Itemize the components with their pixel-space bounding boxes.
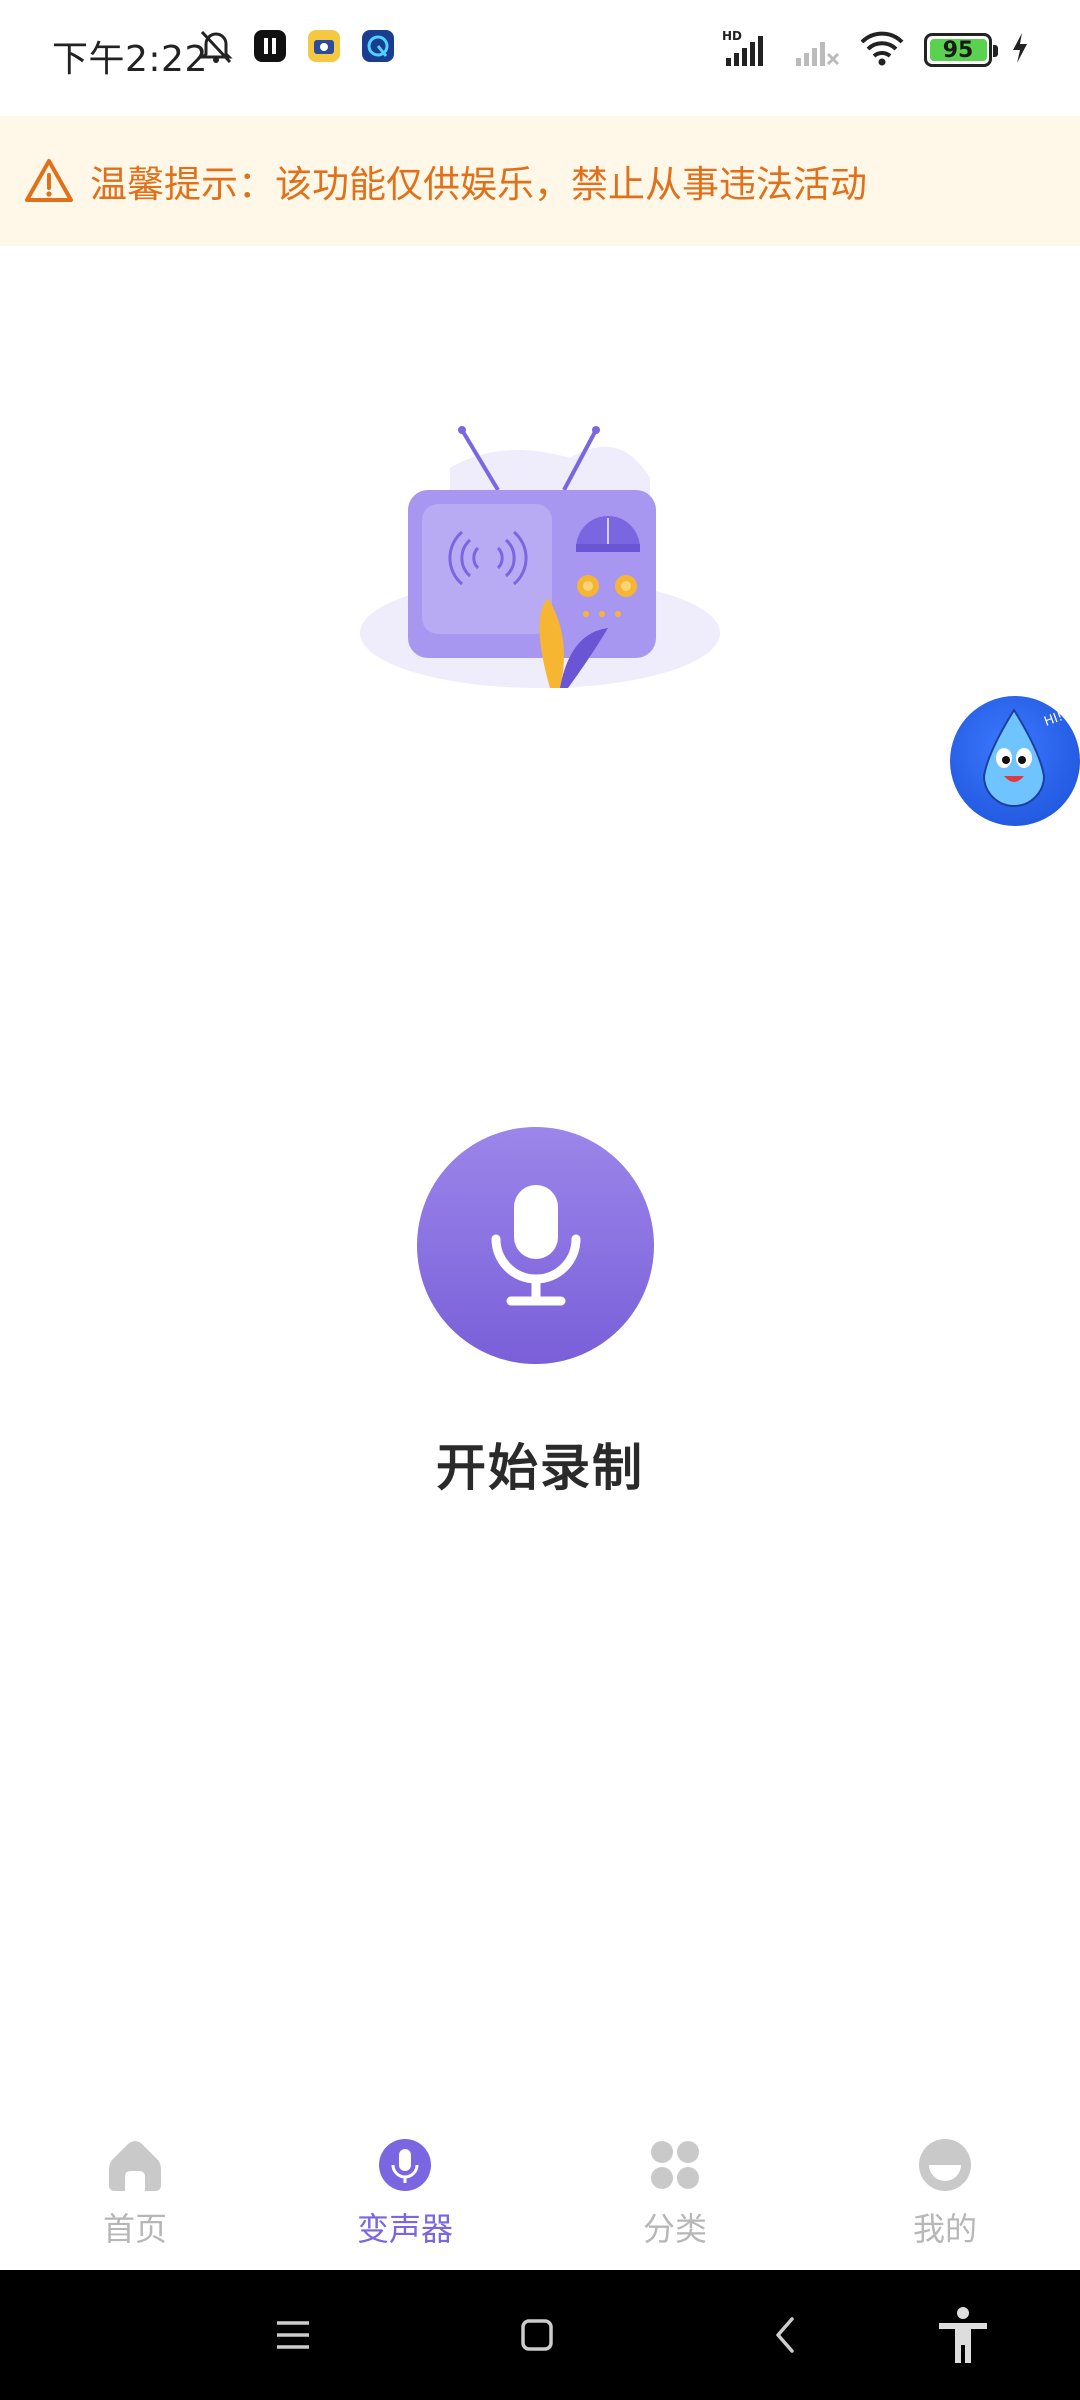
back-icon[interactable] — [750, 2300, 820, 2370]
warning-icon — [24, 156, 74, 206]
signal-weak-icon — [792, 28, 840, 72]
nav-item-voice-changer[interactable]: 变声器 — [270, 2120, 540, 2270]
svg-text:HI!: HI! — [1042, 709, 1065, 730]
app-notification-icon — [304, 26, 344, 66]
nav-item-home[interactable]: 首页 — [0, 2120, 270, 2270]
floating-mascot-button[interactable]: HI! — [950, 696, 1080, 826]
accessibility-icon[interactable] — [928, 2300, 998, 2370]
battery-level: 95 — [942, 37, 974, 63]
wifi-icon — [858, 28, 906, 72]
record-label: 开始录制 — [436, 1439, 644, 1497]
nav-item-category[interactable]: 分类 — [540, 2120, 810, 2270]
status-system-icons: HD 95 — [722, 28, 1030, 72]
bell-muted-icon — [196, 26, 236, 66]
menu-icon[interactable] — [258, 2300, 328, 2370]
microphone-icon — [481, 1179, 591, 1313]
nav-label-home: 首页 — [102, 2210, 167, 2248]
nav-label-profile: 我的 — [912, 2210, 977, 2248]
svg-text:HD: HD — [722, 29, 742, 43]
system-nav-bar — [0, 2270, 1080, 2400]
notice-banner: 温馨提示：该功能仅供娱乐，禁止从事违法活动 — [0, 116, 1080, 246]
category-icon — [646, 2136, 704, 2194]
notice-text: 温馨提示：该功能仅供娱乐，禁止从事违法活动 — [90, 163, 867, 206]
record-button[interactable] — [417, 1127, 654, 1364]
nav-label-category: 分类 — [642, 2210, 707, 2248]
signal-hd-icon: HD — [722, 28, 774, 72]
nav-label-voice-changer: 变声器 — [356, 2210, 453, 2248]
app-notification-icon — [358, 26, 398, 66]
home-icon — [106, 2136, 164, 2194]
radio-illustration — [350, 418, 730, 708]
battery-icon: 95 — [924, 33, 998, 67]
microphone-icon — [376, 2136, 434, 2194]
app-notification-icon — [250, 26, 290, 66]
home-square-icon[interactable] — [502, 2300, 572, 2370]
status-time: 下午2:22 — [52, 39, 208, 80]
charging-icon — [1010, 31, 1030, 69]
nav-item-profile[interactable]: 我的 — [810, 2120, 1080, 2270]
status-notification-icons — [196, 26, 398, 66]
status-bar: 下午2:22 HD 95 — [0, 0, 1080, 110]
bottom-nav: 首页 变声器 分类 我的 — [0, 2120, 1080, 2270]
profile-icon — [916, 2136, 974, 2194]
